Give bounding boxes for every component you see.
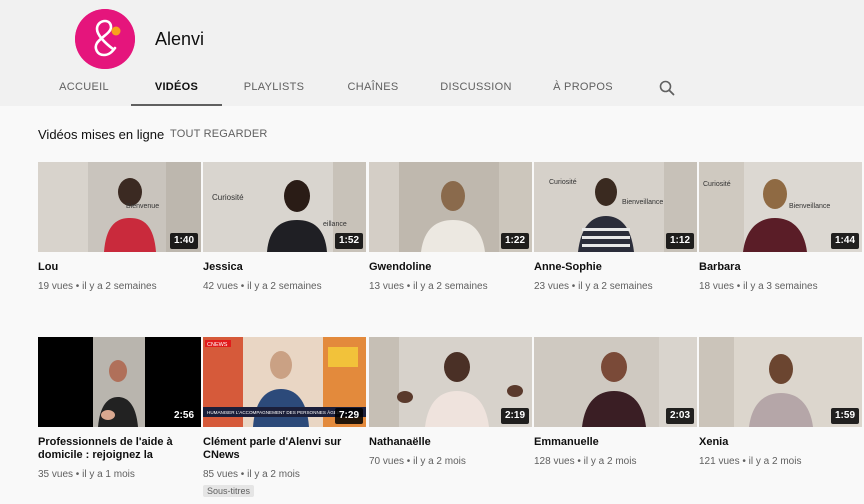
video-meta: 18 vues • il y a 3 semaines bbox=[699, 281, 818, 292]
video-card[interactable]: 1:59 Xenia 121 vues • il y a 2 mois bbox=[699, 337, 862, 468]
tab-a-propos[interactable]: À PROPOS bbox=[548, 70, 618, 106]
video-meta: 70 vues • il y a 2 mois bbox=[369, 456, 466, 467]
video-meta: 121 vues • il y a 2 mois bbox=[699, 456, 802, 467]
video-thumbnail[interactable]: 1:22 bbox=[369, 162, 532, 252]
video-thumbnail[interactable]: 2:03 bbox=[534, 337, 697, 427]
channel-avatar[interactable] bbox=[75, 9, 135, 69]
video-thumbnail[interactable]: Curiosité Bienveillance 1:12 bbox=[534, 162, 697, 252]
play-all-button[interactable]: TOUT REGARDER bbox=[170, 128, 268, 140]
video-duration: 2:03 bbox=[665, 408, 694, 424]
video-age: il y a 2 semaines bbox=[413, 281, 488, 292]
video-duration: 1:40 bbox=[169, 233, 198, 249]
video-views: 128 vues bbox=[534, 456, 575, 467]
tab-playlists[interactable]: PLAYLISTS bbox=[236, 70, 312, 106]
video-thumbnail[interactable]: CNEWS HUMANISER L'ACCOMPAGNEMENT DES PER… bbox=[203, 337, 366, 427]
channel-tabs: ACCUEIL VIDÉOS PLAYLISTS CHAÎNES DISCUSS… bbox=[0, 70, 864, 106]
video-title[interactable]: Xenia bbox=[699, 436, 862, 449]
video-title[interactable]: Lou bbox=[38, 261, 201, 274]
search-icon[interactable] bbox=[658, 79, 676, 97]
video-views: 19 vues bbox=[38, 281, 74, 292]
video-views: 18 vues bbox=[699, 281, 735, 292]
video-title[interactable]: Professionnels de l'aide à domicile : re… bbox=[38, 436, 201, 462]
thumb-text: Bienveillance bbox=[789, 203, 830, 210]
video-card[interactable]: Bienvenue 1:40 Lou 19 vues • il y a 2 se… bbox=[38, 162, 201, 293]
video-age: il y a 2 semaines bbox=[82, 281, 157, 292]
video-title[interactable]: Anne-Sophie bbox=[534, 261, 697, 274]
video-views: 23 vues bbox=[534, 281, 570, 292]
video-duration: 1:59 bbox=[830, 408, 859, 424]
video-age: il y a 2 mois bbox=[583, 456, 637, 467]
thumb-text: Curiosité bbox=[549, 179, 577, 186]
thumb-text: eillance bbox=[323, 221, 347, 228]
tab-videos[interactable]: VIDÉOS bbox=[131, 70, 222, 106]
channel-name: Alenvi bbox=[155, 29, 205, 49]
video-card[interactable]: 2:56 Professionnels de l'aide à domicile… bbox=[38, 337, 201, 481]
video-card[interactable]: CNEWS HUMANISER L'ACCOMPAGNEMENT DES PER… bbox=[203, 337, 366, 499]
ampersand-logo-icon bbox=[75, 9, 135, 69]
subtitles-badge: Sous-titres bbox=[203, 485, 255, 497]
video-card[interactable]: 1:22 Gwendoline 13 vues • il y a 2 semai… bbox=[369, 162, 532, 293]
video-views: 85 vues bbox=[203, 469, 239, 480]
video-age: il y a 1 mois bbox=[82, 469, 135, 480]
video-thumbnail[interactable]: Curiosité Bienveillance 1:44 bbox=[699, 162, 862, 252]
video-views: 42 vues bbox=[203, 281, 239, 292]
thumb-text: CNEWS bbox=[207, 342, 228, 348]
video-thumbnail[interactable]: Bienvenue 1:40 bbox=[38, 162, 201, 252]
video-age: il y a 3 semaines bbox=[743, 281, 818, 292]
channel-header: Alenvi ACCUEIL VIDÉOS PLAYLISTS CHAÎNES … bbox=[0, 0, 864, 106]
video-title[interactable]: Jessica bbox=[203, 261, 366, 274]
video-duration: 7:29 bbox=[334, 408, 363, 424]
video-duration: 1:22 bbox=[500, 233, 529, 249]
video-card[interactable]: Curiosité eillance 1:52 Jessica 42 vues … bbox=[203, 162, 366, 293]
video-age: il y a 2 semaines bbox=[247, 281, 322, 292]
video-meta: 19 vues • il y a 2 semaines bbox=[38, 281, 157, 292]
video-title[interactable]: Emmanuelle bbox=[534, 436, 697, 449]
video-card[interactable]: 2:19 Nathanaëlle 70 vues • il y a 2 mois bbox=[369, 337, 532, 468]
thumb-text: Bienveillance bbox=[622, 199, 663, 206]
video-title[interactable]: Clément parle d'Alenvi sur CNews bbox=[203, 436, 366, 462]
video-views: 35 vues bbox=[38, 469, 74, 480]
tab-chaines[interactable]: CHAÎNES bbox=[340, 70, 406, 106]
video-duration: 2:56 bbox=[169, 408, 198, 424]
tab-discussion[interactable]: DISCUSSION bbox=[436, 70, 516, 106]
video-duration: 1:12 bbox=[665, 233, 694, 249]
video-meta: 128 vues • il y a 2 mois bbox=[534, 456, 637, 467]
video-duration: 1:44 bbox=[830, 233, 859, 249]
video-card[interactable]: Curiosité Bienveillance 1:12 Anne-Sophie… bbox=[534, 162, 697, 293]
video-title[interactable]: Gwendoline bbox=[369, 261, 532, 274]
tab-accueil[interactable]: ACCUEIL bbox=[52, 70, 116, 106]
video-title[interactable]: Nathanaëlle bbox=[369, 436, 532, 449]
video-age: il y a 2 mois bbox=[413, 456, 466, 467]
video-meta: 85 vues • il y a 2 mois bbox=[203, 469, 300, 480]
video-age: il y a 2 mois bbox=[247, 469, 300, 480]
section-title: Vidéos mises en ligne bbox=[38, 127, 165, 142]
video-meta: 35 vues • il y a 1 mois bbox=[38, 469, 135, 480]
video-card[interactable]: Curiosité Bienveillance 1:44 Barbara 18 … bbox=[699, 162, 862, 293]
video-views: 13 vues bbox=[369, 281, 405, 292]
video-thumbnail[interactable]: Curiosité eillance 1:52 bbox=[203, 162, 366, 252]
video-duration: 1:52 bbox=[334, 233, 363, 249]
video-meta: 13 vues • il y a 2 semaines bbox=[369, 281, 488, 292]
video-age: il y a 2 semaines bbox=[578, 281, 653, 292]
video-meta: 23 vues • il y a 2 semaines bbox=[534, 281, 653, 292]
video-thumbnail[interactable]: 2:56 bbox=[38, 337, 201, 427]
video-views: 70 vues bbox=[369, 456, 405, 467]
video-title[interactable]: Barbara bbox=[699, 261, 862, 274]
video-views: 121 vues bbox=[699, 456, 740, 467]
video-meta: 42 vues • il y a 2 semaines bbox=[203, 281, 322, 292]
thumb-text: HUMANISER L'ACCOMPAGNEMENT DES PERSONNES… bbox=[207, 409, 343, 415]
video-thumbnail[interactable]: 2:19 bbox=[369, 337, 532, 427]
video-card[interactable]: 2:03 Emmanuelle 128 vues • il y a 2 mois bbox=[534, 337, 697, 468]
thumb-text: Bienvenue bbox=[126, 203, 159, 210]
thumb-text: Curiosité bbox=[212, 193, 244, 202]
video-duration: 2:19 bbox=[500, 408, 529, 424]
video-age: il y a 2 mois bbox=[748, 456, 802, 467]
thumb-text: Curiosité bbox=[703, 181, 731, 188]
video-thumbnail[interactable]: 1:59 bbox=[699, 337, 862, 427]
